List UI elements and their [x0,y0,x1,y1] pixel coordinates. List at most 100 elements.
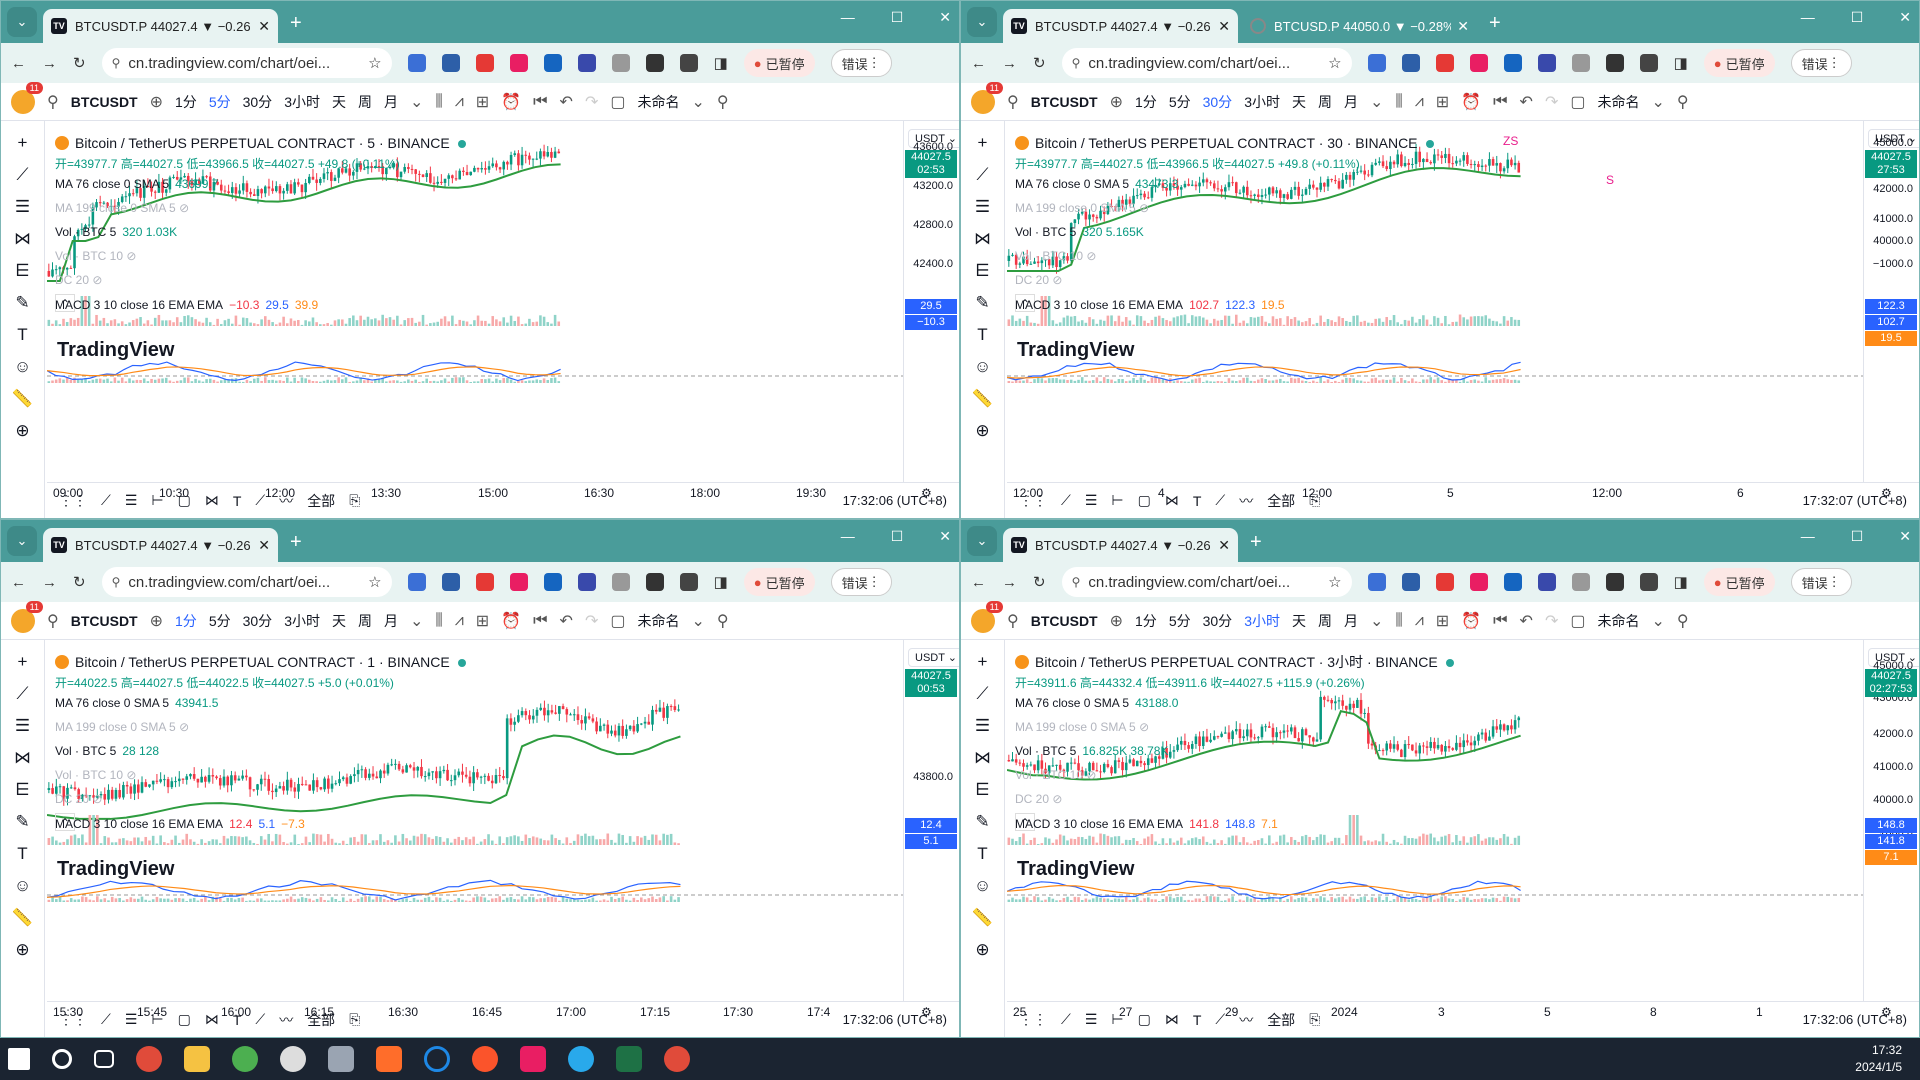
user-avatar-icon[interactable]: 11 [11,600,43,633]
zoom-icon[interactable]: ⊕ [15,421,29,441]
task-view-icon[interactable] [94,1050,114,1068]
interval-button[interactable]: 5分 [1169,611,1191,631]
close-tab-icon[interactable]: ✕ [1218,537,1230,554]
sidepanel-icon[interactable]: ◨ [1674,573,1688,591]
emoji-icon[interactable]: ☺ [974,876,991,896]
chrome-icon[interactable] [136,1046,162,1072]
layout-name[interactable]: 未命名 [637,92,679,112]
close-tab-icon[interactable]: ✕ [1218,18,1230,35]
undo-icon[interactable]: ↶ [560,611,573,631]
indicators-icon[interactable]: ⩘ [1415,612,1424,630]
replay-icon[interactable]: ⏮ [533,93,547,111]
quick-search-icon[interactable]: ⚲ [717,611,729,631]
tab-active[interactable]: TV BTCUSDT.P 44027.4 ▼ −0.26 ✕ [1003,9,1238,43]
compare-add-icon[interactable]: ⊕ [1110,92,1123,112]
chart-title[interactable]: Bitcoin / TetherUS PERPETUAL CONTRACT · … [1035,654,1438,670]
ma199-legend[interactable]: MA 199 close 0 SMA 5 ⊘ [1015,715,1454,739]
crosshair-icon[interactable]: + [18,133,28,153]
puzzle-ext-icon[interactable] [679,573,698,591]
eye-off-icon[interactable]: ⊘ [1136,720,1149,734]
path-icon[interactable]: 〰 [1239,1010,1253,1030]
date-range-icon[interactable]: ⎘ [349,492,360,509]
interval-button[interactable]: 天 [332,611,346,631]
address-bar[interactable]: ⚲ cn.tradingview.com/chart/oei... ☆ [1061,48,1352,78]
profile-paused-button[interactable]: ● 已暂停 [743,568,815,596]
crosshair-icon[interactable]: + [18,652,28,672]
volume10-legend[interactable]: Vol · BTC 10 ⊘ [1015,763,1454,787]
volume-legend[interactable]: Vol · BTC 5 320 5.165K [1015,220,1434,244]
interval-button[interactable]: 3小时 [284,92,320,112]
brush-icon[interactable]: ✎ [975,812,989,832]
undo-icon[interactable]: ↶ [1520,92,1533,112]
quick-search-icon[interactable]: ⚲ [1677,92,1689,112]
close-window-icon[interactable]: ✕ [1899,9,1911,26]
back-icon[interactable]: ← [11,574,26,591]
eye-off-icon[interactable]: ⊘ [123,249,136,263]
menu-dots-icon[interactable]: ⋮ [868,574,881,590]
interval-button[interactable]: 天 [332,92,346,112]
volume10-legend[interactable]: Vol · BTC 10 ⊘ [1015,244,1434,268]
error-button[interactable]: 错误 ⋮ [830,49,892,77]
mail-ext-icon[interactable] [1537,54,1556,72]
app-icon-orange[interactable] [376,1046,402,1072]
pattern-icon[interactable]: ⋈ [14,229,31,249]
game-ext-icon[interactable] [645,54,664,72]
instagram-ext-icon[interactable] [509,54,528,72]
projection-icon[interactable]: ⋿ [975,780,990,800]
windows-start-icon[interactable] [8,1048,30,1070]
user-avatar-icon[interactable]: 11 [971,81,1003,114]
sidepanel-icon[interactable]: ◨ [1674,54,1688,72]
chart-clock[interactable]: 17:32:06 (UTC+8) [843,493,947,508]
ma76-legend[interactable]: MA 76 close 0 SMA 5 43941.5 [55,691,466,715]
replay-icon[interactable]: ⏮ [533,612,547,630]
macd-legend[interactable]: MACD 3 10 close 16 EMA EMA −10.3 29.5 39.9 [55,298,318,312]
maximize-icon[interactable]: ☐ [1851,9,1864,26]
candle-style-icon[interactable]: ⫼ [435,93,442,111]
folder-icon[interactable] [184,1046,210,1072]
quick-search-icon[interactable]: ⚲ [717,92,729,112]
interval-button[interactable]: 30分 [243,611,273,631]
dc-legend[interactable]: DC 20 ⊘ [1015,787,1454,811]
close-window-icon[interactable]: ✕ [1899,528,1911,545]
layout-square-icon[interactable]: ▢ [610,611,625,631]
all-tools-label[interactable]: 全部 [307,1010,335,1030]
symbol-name[interactable]: BTCUSDT [1031,613,1098,629]
alert-clock-icon[interactable]: ⏰ [1461,611,1481,631]
drag-handle-icon[interactable]: ⋮⋮ [1019,1011,1047,1028]
bookmark-star-icon[interactable]: ☆ [368,573,381,591]
undo-icon[interactable]: ↶ [560,92,573,112]
download-ext-icon[interactable] [1571,573,1590,591]
interval-button[interactable]: 30分 [1203,92,1233,112]
red-ext-icon[interactable] [1435,573,1454,591]
pattern-icon[interactable]: ⋈ [974,748,991,768]
ma76-legend[interactable]: MA 76 close 0 SMA 5 43473.3 [1015,172,1434,196]
ma199-legend[interactable]: MA 199 close 0 SMA 5 ⊘ [1015,196,1434,220]
path-icon[interactable]: 〰 [1239,491,1253,511]
tab-active[interactable]: TV BTCUSDT.P 44027.4 ▼ −0.26 ✕ [43,528,278,562]
symbol-name[interactable]: BTCUSDT [1031,94,1098,110]
excel-icon[interactable] [616,1046,642,1072]
back-icon[interactable]: ← [971,574,986,591]
interval-button[interactable]: 1分 [1135,611,1157,631]
site-info-icon[interactable]: ⚲ [112,56,121,70]
minimize-icon[interactable]: — [1801,528,1815,545]
candle-style-icon[interactable]: ⫼ [1395,612,1402,630]
brush-icon[interactable]: ✎ [975,293,989,313]
mail-ext-icon[interactable] [1537,573,1556,591]
chart-clock[interactable]: 17:32:06 (UTC+8) [843,1012,947,1027]
profile-paused-button[interactable]: ● 已暂停 [1703,49,1775,77]
currency-select[interactable]: USDT ⌄ [908,648,959,667]
layout-square-icon[interactable]: ▢ [1570,611,1585,631]
fib-icon[interactable]: ☰ [15,716,30,736]
projection-icon[interactable]: ⋿ [15,780,30,800]
chevron-down-icon[interactable]: ⌄ [1370,92,1383,112]
blue-ext-icon[interactable] [543,573,562,591]
fib-icon[interactable]: ☰ [1085,1011,1098,1028]
annotation-text[interactable]: S [1606,173,1614,187]
candle-style-icon[interactable]: ⫼ [1395,93,1402,111]
interval-button[interactable]: 30分 [243,92,273,112]
symbol-name[interactable]: BTCUSDT [71,613,138,629]
ruler-icon[interactable]: 📏 [972,908,993,928]
volume-legend[interactable]: Vol · BTC 5 28 128 [55,739,466,763]
hline-icon[interactable]: ⊢ [151,1011,163,1028]
